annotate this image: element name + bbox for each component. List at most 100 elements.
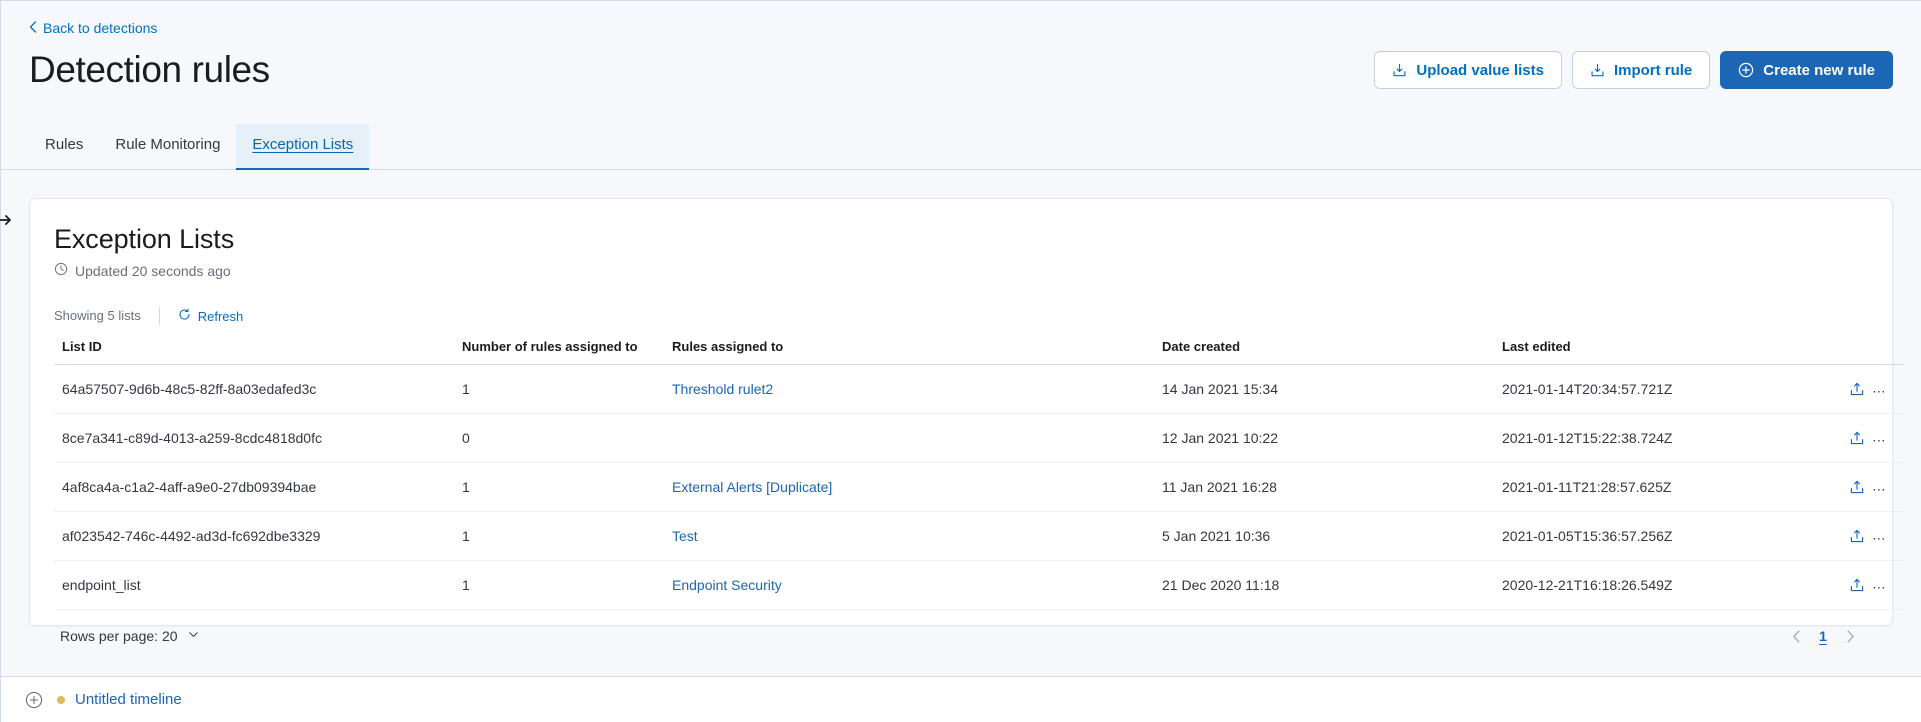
header-row: Detection rules Upload value lists Impor… (29, 46, 1893, 94)
showing-count: Showing 5 lists (54, 308, 141, 323)
pagination: 1 (1784, 624, 1862, 648)
tab-rule-monitoring[interactable]: Rule Monitoring (99, 124, 236, 169)
table-row: 64a57507-9d6b-48c5-82ff-8a03edafed3c 1 T… (54, 364, 1904, 414)
panel-title: Exception Lists (54, 224, 235, 254)
table-header-row: List ID Number of rules assigned to Rule… (54, 335, 1904, 365)
pagination-previous-button[interactable] (1784, 624, 1808, 648)
back-to-detections-link[interactable]: Back to detections (29, 19, 157, 37)
cell-number-of-rules: 1 (454, 364, 664, 414)
table-row: endpoint_list 1 Endpoint Security 21 Dec… (54, 560, 1904, 610)
cell-actions (1824, 364, 1904, 414)
cell-last-edited: 2021-01-12T15:22:38.724Z (1494, 413, 1824, 463)
import-rule-label: Import rule (1613, 61, 1693, 79)
trash-icon (1886, 574, 1904, 596)
table-utility-bar: Showing 5 lists Refresh (54, 307, 1868, 327)
upload-value-lists-label: Upload value lists (1416, 61, 1544, 79)
column-header-list-id: List ID (54, 335, 454, 365)
cell-rules-assigned-to: External Alerts [Duplicate] (664, 462, 1154, 512)
refresh-button[interactable]: Refresh (178, 308, 244, 324)
export-icon[interactable] (1846, 427, 1868, 449)
pagination-next-button[interactable] (1838, 624, 1862, 648)
cell-rules-assigned-to: Endpoint Security (664, 560, 1154, 610)
cell-date-created: 5 Jan 2021 10:36 (1154, 511, 1494, 561)
tab-rule-monitoring-label: Rule Monitoring (115, 136, 221, 153)
cell-list-id: af023542-746c-4492-ad3d-fc692dbe3329 (54, 511, 454, 561)
column-header-date-created: Date created (1154, 335, 1494, 365)
table-footer: Rows per page: 20 1 (54, 610, 1868, 648)
cell-number-of-rules: 1 (454, 462, 664, 512)
export-icon[interactable] (1846, 525, 1868, 547)
sidebar-resize-handle[interactable] (0, 213, 13, 227)
tab-rules-label: Rules (45, 136, 84, 153)
page-title: Detection rules (29, 49, 270, 90)
tab-exception-lists[interactable]: Exception Lists (236, 124, 370, 170)
exception-lists-table: List ID Number of rules assigned to Rule… (54, 335, 1904, 610)
export-icon[interactable] (1846, 574, 1868, 596)
tabs: Rules Rule Monitoring Exception Lists (29, 124, 1893, 170)
cell-last-edited: 2021-01-11T21:28:57.625Z (1494, 462, 1824, 512)
cell-date-created: 14 Jan 2021 15:34 (1154, 364, 1494, 414)
import-icon (1392, 63, 1407, 78)
cell-list-id: 8ce7a341-c89d-4013-a259-8cdc4818d0fc (54, 413, 454, 463)
trash-icon[interactable] (1886, 476, 1904, 498)
rows-per-page-label: Rows per page: 20 (60, 628, 178, 644)
cell-list-id: 4af8ca4a-c1a2-4aff-a9e0-27db09394bae (54, 462, 454, 512)
column-header-rules-assigned-to: Rules assigned to (664, 335, 1154, 365)
pagination-page-1[interactable]: 1 (1812, 624, 1834, 648)
cell-last-edited: 2021-01-05T15:36:57.256Z (1494, 511, 1824, 561)
exception-lists-panel: Exception Lists Updated 20 seconds ago S… (29, 198, 1904, 644)
create-new-rule-button[interactable]: Create new rule (1720, 51, 1893, 89)
last-updated-text: Updated 20 seconds ago (75, 263, 231, 279)
cell-rules-assigned-to: Test (664, 511, 1154, 561)
cell-actions (1824, 560, 1904, 610)
timeline-bottom-bar: Untitled timeline (1, 676, 1921, 722)
timeline-name-link[interactable]: Untitled timeline (75, 691, 182, 708)
rule-link[interactable]: Endpoint Security (672, 577, 782, 593)
plus-in-circle-icon[interactable] (25, 691, 43, 709)
upload-value-lists-button[interactable]: Upload value lists (1374, 51, 1562, 89)
table-header: List ID Number of rules assigned to Rule… (54, 335, 1904, 365)
trash-icon[interactable] (1886, 378, 1904, 400)
chevron-down-icon (187, 628, 200, 644)
column-header-number-of-rules: Number of rules assigned to (454, 335, 664, 365)
rows-per-page-selector[interactable]: Rows per page: 20 (60, 628, 200, 644)
cell-actions (1824, 511, 1904, 561)
last-updated: Updated 20 seconds ago (54, 261, 1868, 281)
app-root: Back to detections Detection rules Uploa… (0, 0, 1921, 722)
column-header-actions (1824, 335, 1904, 365)
cell-last-edited: 2020-12-21T16:18:26.549Z (1494, 560, 1824, 610)
refresh-icon (178, 308, 191, 324)
table-row: af023542-746c-4492-ad3d-fc692dbe3329 1 T… (54, 511, 1904, 561)
page-header: Back to detections Detection rules Uploa… (1, 1, 1921, 94)
cell-rules-assigned-to (664, 413, 1154, 463)
tabs-bar: Rules Rule Monitoring Exception Lists (1, 124, 1921, 170)
tab-rules[interactable]: Rules (29, 124, 99, 169)
table-body: 64a57507-9d6b-48c5-82ff-8a03edafed3c 1 T… (54, 364, 1904, 610)
cell-list-id: 64a57507-9d6b-48c5-82ff-8a03edafed3c (54, 364, 454, 414)
table-row: 4af8ca4a-c1a2-4aff-a9e0-27db09394bae 1 E… (54, 462, 1904, 512)
back-to-detections-label: Back to detections (43, 20, 158, 36)
cell-number-of-rules: 1 (454, 511, 664, 561)
cell-list-id: endpoint_list (54, 560, 454, 610)
export-icon[interactable] (1846, 476, 1868, 498)
rule-link[interactable]: Test (672, 528, 698, 544)
cell-number-of-rules: 0 (454, 413, 664, 463)
rule-link[interactable]: External Alerts [Duplicate] (672, 479, 832, 495)
tab-exception-lists-label: Exception Lists (252, 136, 354, 153)
create-new-rule-label: Create new rule (1763, 61, 1875, 79)
import-rule-button[interactable]: Import rule (1571, 51, 1711, 89)
trash-icon[interactable] (1886, 525, 1904, 547)
trash-icon[interactable] (1886, 427, 1904, 449)
cell-number-of-rules: 1 (454, 560, 664, 610)
rule-link[interactable]: Threshold rulet2 (672, 381, 773, 397)
cell-last-edited: 2021-01-14T20:34:57.721Z (1494, 364, 1824, 414)
export-icon[interactable] (1846, 378, 1868, 400)
cell-date-created: 12 Jan 2021 10:22 (1154, 413, 1494, 463)
timeline-unsaved-dot (57, 695, 65, 704)
refresh-label: Refresh (197, 308, 244, 324)
cell-actions (1824, 413, 1904, 463)
cell-date-created: 21 Dec 2020 11:18 (1154, 560, 1494, 610)
cell-rules-assigned-to: Threshold rulet2 (664, 364, 1154, 414)
import-icon (1590, 63, 1605, 78)
clock-icon (54, 261, 68, 281)
